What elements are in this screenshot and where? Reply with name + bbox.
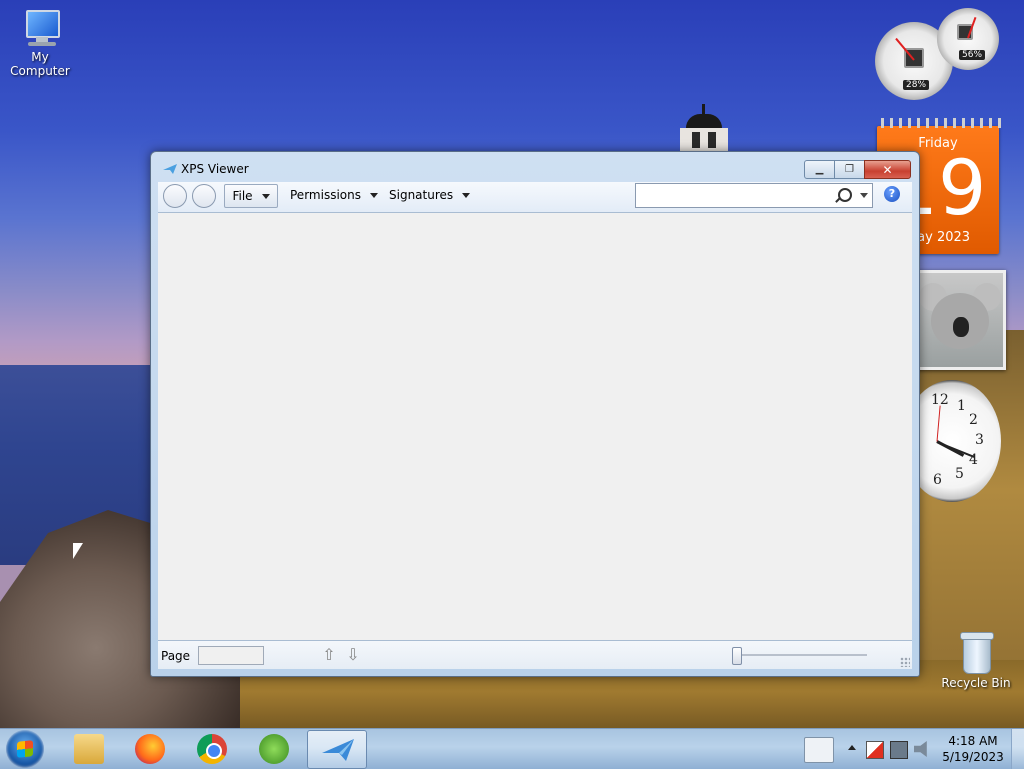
mouse-cursor xyxy=(73,543,83,559)
firefox-icon xyxy=(135,734,165,764)
xps-viewer-icon xyxy=(322,739,354,761)
arrow-down-icon: ⇩ xyxy=(346,645,360,664)
clock-minute-hand xyxy=(936,441,975,458)
clock-numeral: 3 xyxy=(975,432,984,448)
taskbar-clock-time[interactable]: 4:18 AM xyxy=(940,734,1006,748)
file-menu[interactable]: File xyxy=(224,184,278,208)
clock-numeral: 1 xyxy=(957,398,966,414)
search-input[interactable] xyxy=(635,183,873,208)
taskbar-chrome[interactable] xyxy=(183,730,241,767)
show-hidden-icons-button[interactable] xyxy=(848,745,856,750)
desktop-icon-recycle-bin[interactable]: Recycle Bin xyxy=(936,630,1016,690)
chevron-down-icon xyxy=(369,192,378,198)
recycle-bin-icon xyxy=(959,630,994,674)
action-center-flag-icon[interactable] xyxy=(866,741,884,759)
background-lighthouse xyxy=(678,104,730,152)
memory-gauge: 56% xyxy=(937,8,999,70)
restore-icon: ❐ xyxy=(845,164,854,175)
zoom-slider-track[interactable] xyxy=(733,654,867,656)
xps-viewer-window[interactable]: XPS Viewer ▁ ❐ ✕ File Permissions Signat… xyxy=(150,151,920,677)
resize-grip[interactable] xyxy=(900,657,910,667)
slideshow-gadget[interactable] xyxy=(914,270,1006,370)
taskbar-xps-viewer[interactable] xyxy=(307,730,367,769)
file-menu-label: File xyxy=(232,189,253,203)
calendar-rings xyxy=(875,118,1001,128)
page-number-input[interactable] xyxy=(198,646,264,665)
restore-button[interactable]: ❐ xyxy=(835,160,864,179)
taskbar-windows-explorer[interactable] xyxy=(60,730,118,767)
toolbar: File Permissions Signatures ? xyxy=(158,182,912,213)
minimize-button[interactable]: ▁ xyxy=(804,160,835,179)
taskbar-firefox[interactable] xyxy=(121,730,179,767)
system-tray: 4:18 AM 5/19/2023 xyxy=(800,729,1024,769)
signatures-menu[interactable]: Signatures xyxy=(389,184,471,206)
chrome-icon xyxy=(197,734,227,764)
window-title: XPS Viewer xyxy=(181,162,249,176)
search-icon[interactable] xyxy=(838,188,852,202)
status-bar: Page ⇧ ⇩ xyxy=(158,640,912,669)
memory-percent: 56% xyxy=(959,50,986,60)
cpu-percent: 28% xyxy=(903,80,930,90)
desktop-icon-label: Recycle Bin xyxy=(941,676,1011,690)
chevron-down-icon xyxy=(261,193,270,199)
help-icon[interactable]: ? xyxy=(884,186,900,202)
close-icon: ✕ xyxy=(882,162,893,177)
clock-numeral: 6 xyxy=(933,472,942,488)
desktop-icon-my-computer[interactable]: My Computer xyxy=(0,8,80,78)
search-options-dropdown[interactable] xyxy=(860,193,868,198)
windows-explorer-icon xyxy=(74,734,104,764)
chevron-down-icon xyxy=(462,192,471,198)
windows-logo-icon xyxy=(17,740,33,758)
page-label: Page xyxy=(161,649,191,663)
clock-second-hand xyxy=(936,405,941,442)
computer-icon xyxy=(18,8,62,48)
cpu-meter-gadget[interactable]: 28% 56% xyxy=(875,8,1001,104)
previous-page-button[interactable]: ⇧ xyxy=(320,646,338,664)
caption-buttons: ▁ ❐ ✕ xyxy=(804,160,911,179)
minimize-icon: ▁ xyxy=(815,164,824,175)
back-button[interactable] xyxy=(163,184,187,208)
network-icon[interactable] xyxy=(890,741,908,759)
show-desktop-button[interactable] xyxy=(1011,729,1024,769)
permissions-menu[interactable]: Permissions xyxy=(290,184,378,206)
title-bar[interactable]: XPS Viewer ▁ ❐ ✕ xyxy=(151,152,919,182)
arrow-up-icon: ⇧ xyxy=(322,645,336,664)
windows-update-icon xyxy=(259,734,289,764)
taskbar-windows-update[interactable] xyxy=(245,730,303,767)
start-button[interactable] xyxy=(6,730,44,768)
tablet-input-icon[interactable] xyxy=(804,737,834,763)
signatures-menu-label: Signatures xyxy=(389,188,454,202)
taskbar-clock-date[interactable]: 5/19/2023 xyxy=(940,750,1006,764)
forward-button[interactable] xyxy=(192,184,216,208)
permissions-menu-label: Permissions xyxy=(290,188,361,202)
close-button[interactable]: ✕ xyxy=(864,160,911,179)
volume-muted-icon[interactable] xyxy=(914,741,927,757)
taskbar: 4:18 AM 5/19/2023 xyxy=(0,728,1024,769)
xps-viewer-icon xyxy=(163,164,177,174)
clock-numeral: 2 xyxy=(969,412,978,428)
desktop-icon-label: My Computer xyxy=(10,50,70,78)
zoom-slider-thumb[interactable] xyxy=(732,647,742,665)
document-area[interactable] xyxy=(158,213,912,640)
clock-numeral: 5 xyxy=(955,466,964,482)
next-page-button[interactable]: ⇩ xyxy=(344,646,362,664)
